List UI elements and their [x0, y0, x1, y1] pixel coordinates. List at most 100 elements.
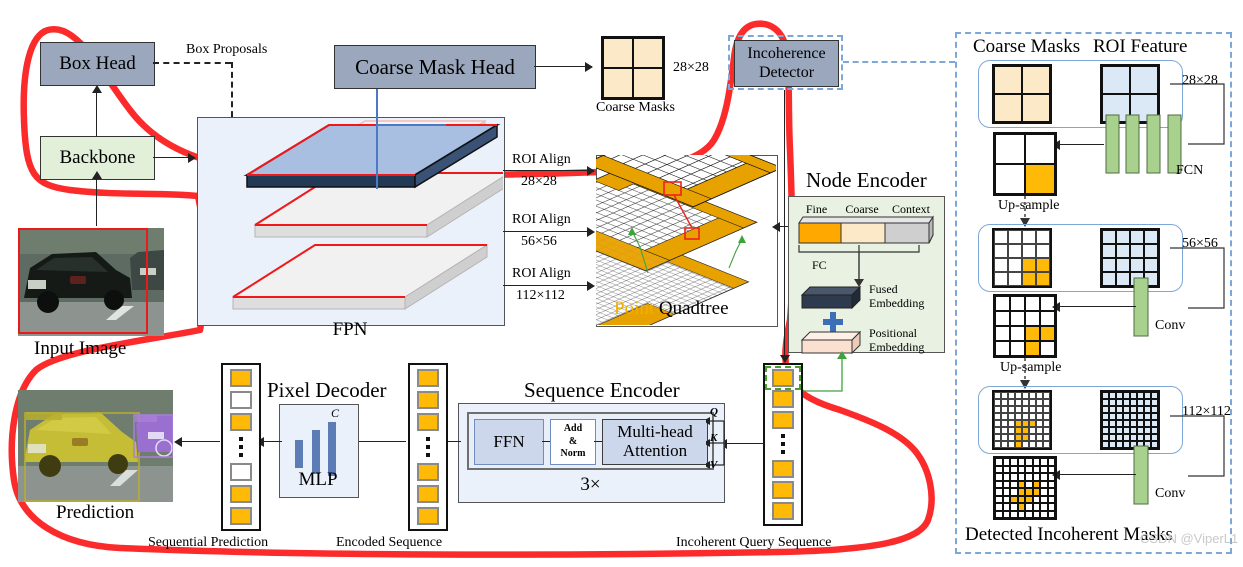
sequence-cell[interactable]: [230, 485, 252, 503]
sequence-cell[interactable]: [230, 391, 252, 409]
q-label: Q: [710, 406, 718, 418]
coarse-mask-head-block[interactable]: Coarse Mask Head: [334, 45, 536, 89]
box-proposals-dash-h: [153, 62, 231, 64]
detector-header-coarse: Coarse Masks: [973, 36, 1081, 57]
add-norm-line1: Add: [563, 423, 583, 435]
roi-align-line-0: [503, 170, 593, 172]
sequence-cell[interactable]: [417, 507, 439, 525]
roi-align-size-1: 56×56: [521, 234, 557, 249]
channel-label: C: [331, 406, 340, 420]
sequence-cell[interactable]: [772, 411, 794, 430]
stage-1-out-line: [1056, 306, 1136, 308]
sequential-prediction-label: Sequential Prediction: [148, 535, 269, 550]
input-image-label: Input Image: [34, 338, 127, 359]
box-head-block[interactable]: Box Head: [40, 42, 155, 86]
roi-align-label-2: ROI Align: [512, 266, 571, 281]
coarse-mask-head-label: Coarse Mask Head: [355, 54, 515, 79]
mlp-label-wrap: MLP: [279, 468, 357, 492]
stage-2-output-mask-grid: [993, 456, 1057, 520]
stage-1-op-label: Conv: [1155, 318, 1186, 333]
fused-embedding-cube: [800, 285, 862, 310]
sequence-cell[interactable]: [230, 413, 252, 431]
repeat-label: 3×: [580, 474, 601, 495]
ffn-label: FFN: [493, 432, 525, 451]
add-norm-line3: Norm: [560, 448, 586, 460]
sequence-encoder-title: Sequence Encoder: [524, 378, 680, 402]
fused-embedding-line2: Embedding: [869, 296, 925, 311]
seqpred-to-prediction-line: [178, 441, 220, 443]
mlp-label: MLP: [298, 469, 338, 490]
stage-2-out-line: [1056, 474, 1136, 476]
sequence-cell[interactable]: [772, 501, 794, 520]
quadtree-word-label: Quadtree: [658, 298, 729, 319]
backbone-to-boxhead-line: [96, 92, 98, 136]
sequence-cell[interactable]: [417, 463, 439, 481]
sequence-ellipsis: [781, 432, 785, 456]
query-to-encoder-line: [723, 443, 765, 445]
incoherence-detector-line1: Incoherence: [747, 45, 826, 63]
input-to-backbone-arrow: [92, 171, 102, 179]
input-image: [18, 228, 164, 336]
sequence-cell[interactable]: [417, 485, 439, 503]
stage-1-coarse-mask-grid: [992, 228, 1052, 288]
sequence-cell[interactable]: [230, 463, 252, 481]
sequence-cell[interactable]: [417, 391, 439, 409]
roi-align-arrow-0: [587, 166, 595, 176]
encoded-sequence-column[interactable]: [408, 363, 448, 531]
coarsehead-to-masks-arrow: [585, 62, 593, 72]
backbone-label: Backbone: [59, 147, 136, 168]
prediction-image: [18, 390, 173, 502]
repeat-label-wrap: 3×: [458, 472, 723, 498]
incoherent-query-sequence-label: Incoherent Query Sequence: [676, 535, 832, 550]
sequence-cell[interactable]: [772, 480, 794, 499]
stage-2-roi-feature-grid: [1100, 390, 1160, 450]
sequence-cell[interactable]: [230, 369, 252, 387]
roi-align-label-0: ROI Align: [512, 152, 571, 167]
quadtree-to-detector-arrow: [772, 222, 780, 232]
sequence-cell[interactable]: [417, 369, 439, 387]
fpn-to-coarsehead-line-h: [376, 124, 446, 126]
roi-align-size-2: 112×112: [516, 288, 565, 303]
roi-align-label-1: ROI Align: [512, 212, 571, 227]
stage-0-out-line: [1056, 144, 1104, 146]
ffn-block[interactable]: FFN: [474, 419, 544, 465]
add-norm-block[interactable]: Add & Norm: [550, 419, 596, 465]
fused-embedding-label: Fused Embedding: [869, 282, 924, 311]
fpn-to-coarsehead-line: [376, 84, 378, 189]
sequence-cell[interactable]: [772, 459, 794, 478]
backbone-to-boxhead-arrow: [92, 85, 102, 93]
query-highlight-box: [765, 366, 801, 390]
stage-1-output-mask-grid: [993, 294, 1057, 358]
conv-bar-2: [1133, 445, 1149, 505]
positional-embedding-label: Positional Embedding: [869, 326, 924, 355]
fused-embedding-line1: Fused: [869, 282, 898, 296]
add-norm-line2: &: [568, 435, 578, 447]
sequence-cell[interactable]: [417, 413, 439, 431]
ffn-to-addnorm-line: [542, 441, 550, 443]
prediction-label: Prediction: [56, 502, 135, 523]
detector-trunk-line: [784, 90, 786, 360]
stage-2-op-label: Conv: [1155, 486, 1186, 501]
quadtree-caption: Point Quadtree: [614, 298, 729, 320]
pixel-decoder-title: Pixel Decoder: [267, 378, 387, 402]
watermark: CSDN @ViperL1: [1140, 531, 1239, 546]
node-fc-label: FC: [812, 258, 827, 272]
roi-align-size-0: 28×28: [521, 174, 557, 189]
box-head-label: Box Head: [59, 53, 136, 74]
sequence-cell[interactable]: [230, 507, 252, 525]
incoherence-detector-block[interactable]: Incoherence Detector: [734, 40, 839, 87]
seqpred-to-prediction-arrow: [174, 437, 182, 447]
coarse-masks-size-label: 28×28: [673, 60, 709, 75]
stage-0-op-label: FCN: [1176, 163, 1204, 178]
sequential-prediction-column[interactable]: [221, 363, 261, 531]
multi-head-attention-block[interactable]: Multi-head Attention: [602, 419, 708, 465]
stage-0-coarse-mask-grid: [992, 64, 1052, 124]
roi-align-line-1: [503, 231, 593, 233]
sequence-ellipsis: [239, 435, 243, 459]
attention-line2: Attention: [622, 441, 688, 460]
sequence-cell[interactable]: [772, 390, 794, 409]
coarse-masks-grid: [601, 36, 665, 100]
conv-bar-1: [1133, 277, 1149, 337]
backbone-to-fpn-arrow: [188, 153, 196, 163]
detector-header-roi: ROI Feature: [1093, 36, 1188, 57]
